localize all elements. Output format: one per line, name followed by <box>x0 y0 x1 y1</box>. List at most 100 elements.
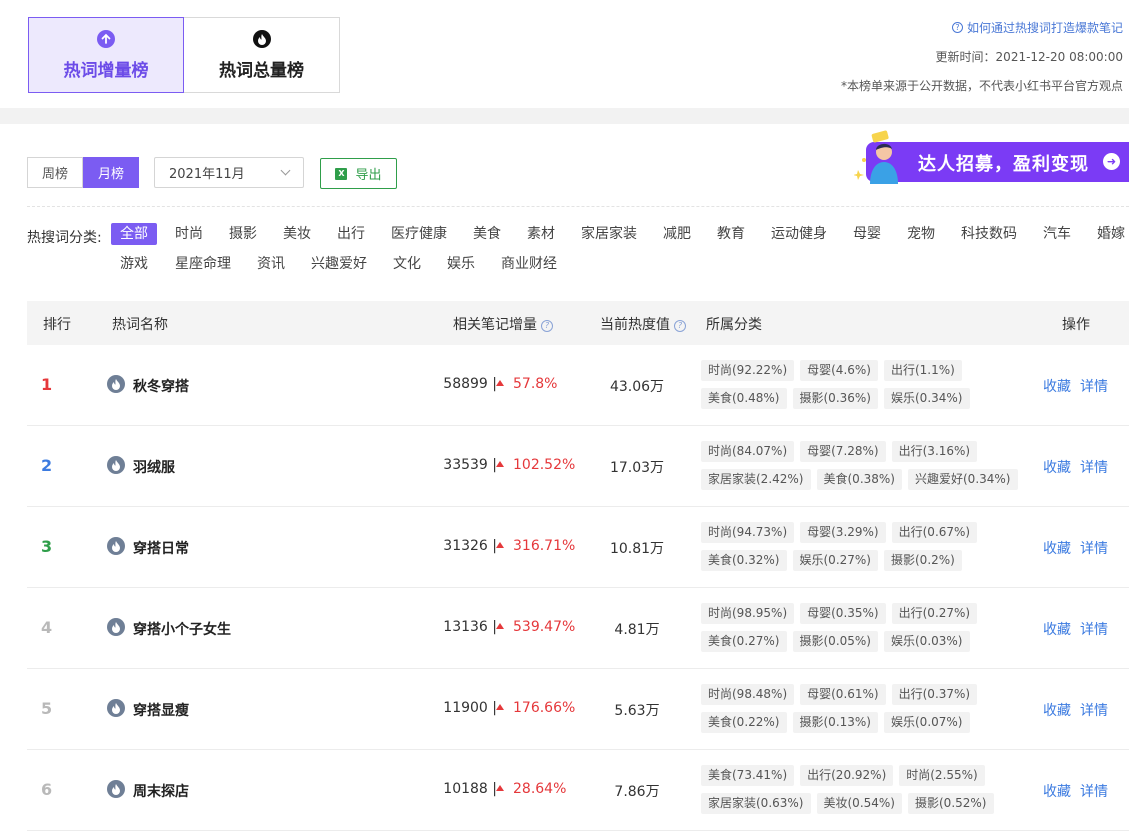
favorite-link[interactable]: 收藏 <box>1043 703 1071 719</box>
col-heat: 当前热度值? <box>600 314 686 334</box>
tab-increase-rank[interactable]: 热词增量榜 <box>28 17 184 93</box>
category-chip[interactable]: 教育 <box>708 223 754 245</box>
category-tag: 母婴(7.28%) <box>800 441 886 462</box>
category-tag: 娱乐(0.03%) <box>884 631 970 652</box>
category-chip[interactable]: 娱乐 <box>438 253 484 275</box>
category-tag: 美食(0.32%) <box>701 550 787 571</box>
col-heat-label: 当前热度值 <box>600 317 670 333</box>
export-button[interactable]: X 导出 <box>320 158 397 189</box>
category-chip[interactable]: 运动健身 <box>762 223 836 245</box>
col-keyword: 热词名称 <box>112 317 168 333</box>
category-chip[interactable]: 宠物 <box>898 223 944 245</box>
category-chip[interactable]: 文化 <box>384 253 430 275</box>
category-tag: 母婴(3.29%) <box>800 522 886 543</box>
increase-percent: 176.66% <box>496 700 575 716</box>
table-row: 3 穿搭日常 31326 | 316.71% 10.81万 时尚(94.73%) 母婴(3.… <box>27 507 1129 588</box>
detail-link[interactable]: 详情 <box>1080 460 1108 476</box>
category-chip[interactable]: 减肥 <box>654 223 700 245</box>
category-tag: 出行(0.27%) <box>891 603 978 624</box>
favorite-link[interactable]: 收藏 <box>1043 460 1071 476</box>
increase-percent: 539.47% <box>496 619 575 635</box>
category-chip[interactable]: 美妆 <box>274 223 320 245</box>
rank-type-tabs: 热词增量榜 热词总量榜 <box>28 17 340 93</box>
favorite-link[interactable]: 收藏 <box>1043 379 1071 395</box>
category-chip[interactable]: 摄影 <box>220 223 266 245</box>
category-chip[interactable]: 素材 <box>518 223 564 245</box>
note-increase: 33539 | <box>443 457 497 473</box>
favorite-link[interactable]: 收藏 <box>1043 784 1071 800</box>
keyword-name[interactable]: 周末探店 <box>133 781 189 801</box>
favorite-link[interactable]: 收藏 <box>1043 622 1071 638</box>
heat-value: 10.81万 <box>609 541 665 557</box>
col-increase-label: 相关笔记增量 <box>453 317 537 333</box>
category-chip[interactable]: 时尚 <box>166 223 212 245</box>
flame-icon <box>252 29 271 48</box>
category-chip[interactable]: 游戏 <box>111 253 157 275</box>
section-divider <box>0 108 1129 124</box>
detail-link[interactable]: 详情 <box>1080 784 1108 800</box>
flame-icon <box>107 618 125 636</box>
category-chip[interactable]: 科技数码 <box>952 223 1026 245</box>
category-chip[interactable]: 美食 <box>464 223 510 245</box>
detail-link[interactable]: 详情 <box>1080 541 1108 557</box>
category-tag: 美食(0.22%) <box>701 712 787 733</box>
keyword-name[interactable]: 穿搭显瘦 <box>133 700 189 720</box>
favorite-link[interactable]: 收藏 <box>1043 541 1071 557</box>
category-chip[interactable]: 全部 <box>111 223 157 245</box>
category-tag: 出行(1.1%) <box>883 360 962 381</box>
category-tag: 美妆(0.54%) <box>816 793 902 814</box>
category-chip[interactable]: 出行 <box>328 223 374 245</box>
divider <box>27 206 1129 207</box>
keyword-name[interactable]: 穿搭日常 <box>133 538 189 558</box>
category-chip[interactable]: 星座命理 <box>166 253 240 275</box>
keyword-name[interactable]: 羽绒服 <box>133 457 175 477</box>
category-chip[interactable]: 医疗健康 <box>382 223 456 245</box>
category-tags: 美食(73.41%) 出行(20.92%) 时尚(2.55%) 家居家装(0.63%)… <box>701 765 1031 821</box>
col-rank: 排行 <box>43 317 71 333</box>
category-chip[interactable]: 母婴 <box>844 223 890 245</box>
category-chip[interactable]: 婚嫁 <box>1088 223 1129 245</box>
category-tag: 时尚(98.48%) <box>701 684 795 705</box>
month-select[interactable]: 2021年11月 <box>154 157 304 188</box>
rank-number: 2 <box>41 456 53 475</box>
category-tag: 母婴(0.35%) <box>800 603 886 624</box>
increase-percent: 102.52% <box>496 457 575 473</box>
category-tag: 时尚(98.95%) <box>701 603 795 624</box>
detail-link[interactable]: 详情 <box>1080 379 1108 395</box>
table-row: 6 周末探店 10188 | 28.64% 7.86万 美食(73.41%) 出行(20.9… <box>27 750 1129 831</box>
monthly-button[interactable]: 月榜 <box>83 157 139 188</box>
trend-up-icon <box>496 461 504 467</box>
weekly-button[interactable]: 周榜 <box>27 157 83 188</box>
increase-percent-value: 539.47% <box>513 619 576 635</box>
flame-icon <box>107 375 125 393</box>
table-row: 1 秋冬穿搭 58899 | 57.8% 43.06万 时尚(92.22%) 母婴(4.6%… <box>27 345 1129 426</box>
trend-up-icon <box>496 704 504 710</box>
question-icon[interactable]: ? <box>674 320 686 332</box>
increase-percent: 28.64% <box>496 781 566 797</box>
category-chip[interactable]: 资讯 <box>248 253 294 275</box>
category-tags: 时尚(92.22%) 母婴(4.6%) 出行(1.1%) 美食(0.48%) 摄影(0.… <box>701 360 1031 416</box>
question-icon[interactable]: ? <box>541 320 553 332</box>
category-tag: 出行(3.16%) <box>891 441 978 462</box>
category-chip[interactable]: 汽车 <box>1034 223 1080 245</box>
increase-percent: 316.71% <box>496 538 575 554</box>
help-link[interactable]: ? 如何通过热搜词打造爆款笔记 <box>841 19 1123 36</box>
detail-link[interactable]: 详情 <box>1080 622 1108 638</box>
trend-up-icon <box>496 380 504 386</box>
category-tag: 美食(0.38%) <box>816 469 902 490</box>
heat-value: 17.03万 <box>609 460 665 476</box>
keyword-name[interactable]: 穿搭小个子女生 <box>133 619 231 639</box>
row-actions: 收藏 详情 <box>1043 538 1108 558</box>
category-tag: 时尚(94.73%) <box>701 522 795 543</box>
help-link-text: 如何通过热搜词打造爆款笔记 <box>966 21 1123 35</box>
category-chip[interactable]: 商业财经 <box>492 253 566 275</box>
detail-link[interactable]: 详情 <box>1080 703 1108 719</box>
keyword-name[interactable]: 秋冬穿搭 <box>133 376 189 396</box>
category-tag: 母婴(4.6%) <box>800 360 878 381</box>
tab-total-rank[interactable]: 热词总量榜 <box>184 17 340 93</box>
creator-recruit-banner[interactable]: 达人招募，盈利变现 ➜ <box>848 128 1129 190</box>
note-increase: 58899 | <box>443 376 497 392</box>
category-chip[interactable]: 兴趣爱好 <box>302 253 376 275</box>
category-tag: 娱乐(0.07%) <box>884 712 970 733</box>
category-chip[interactable]: 家居家装 <box>572 223 646 245</box>
